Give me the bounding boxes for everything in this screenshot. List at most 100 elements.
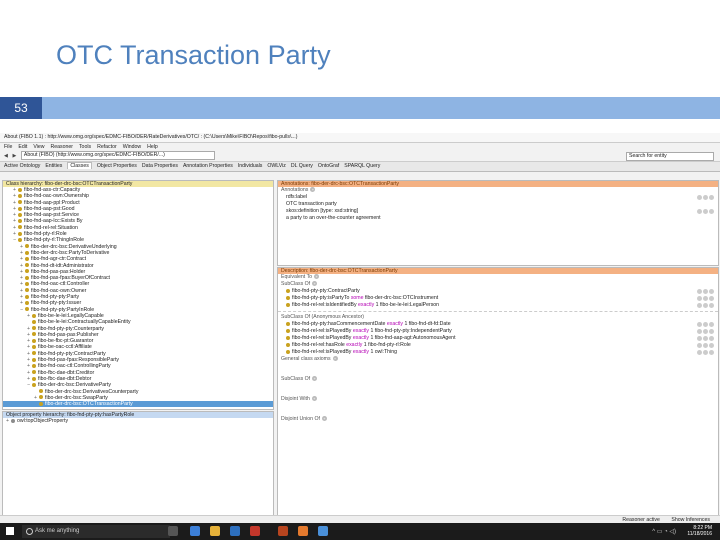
delete-icon[interactable] bbox=[709, 329, 714, 334]
add-icon[interactable]: + bbox=[312, 376, 318, 382]
delete-icon[interactable] bbox=[709, 322, 714, 327]
edit-icon[interactable] bbox=[703, 343, 708, 348]
delete-icon[interactable] bbox=[709, 296, 714, 301]
edit-icon[interactable] bbox=[703, 336, 708, 341]
axiom-row: fibo-fnd-rel-rel:isPlayedBy exactly 1 ow… bbox=[278, 349, 718, 356]
axiom-subject: fibo-fnd-rel-rel:isPlayedBy bbox=[292, 349, 353, 355]
add-icon[interactable]: + bbox=[321, 416, 327, 422]
info-icon[interactable] bbox=[697, 289, 702, 294]
powerpoint-icon[interactable] bbox=[278, 526, 288, 536]
edit-icon[interactable] bbox=[703, 289, 708, 294]
protege-icon[interactable] bbox=[318, 526, 328, 536]
tree-item-label: fibo-der-drc-bsc:DerivativeUnderlying bbox=[31, 243, 117, 250]
menu-item[interactable]: Window bbox=[123, 144, 141, 150]
tab[interactable]: Active Ontology bbox=[4, 163, 40, 169]
class-icon bbox=[25, 275, 29, 280]
info-icon[interactable] bbox=[697, 329, 702, 334]
edit-icon[interactable] bbox=[703, 195, 708, 200]
menu-item[interactable]: File bbox=[4, 144, 12, 150]
class-icon bbox=[18, 231, 22, 236]
tree-item-label: fibo-fnd-oac-own:Ownership bbox=[24, 193, 89, 200]
file-explorer-icon[interactable] bbox=[210, 526, 220, 536]
info-icon[interactable] bbox=[697, 209, 702, 214]
forward-arrow-icon[interactable]: ▶ bbox=[12, 151, 16, 161]
info-icon[interactable] bbox=[697, 296, 702, 301]
windows-start-icon[interactable] bbox=[6, 527, 14, 535]
axiom-keyword: exactly bbox=[386, 321, 405, 327]
edit-icon[interactable] bbox=[703, 303, 708, 308]
edit-icon[interactable] bbox=[703, 322, 708, 327]
java-app-icon[interactable] bbox=[298, 526, 308, 536]
delete-icon[interactable] bbox=[709, 336, 714, 341]
edge-browser-icon[interactable] bbox=[190, 526, 200, 536]
tree-item-label: fibo-fnd-pty-pty:Party bbox=[31, 294, 80, 301]
toolbar: ◀ ▶ About (FIBO) (http://www.omg.org/spe… bbox=[0, 151, 720, 162]
description-section: SubClass Of + bbox=[278, 376, 718, 396]
add-icon[interactable]: + bbox=[332, 356, 338, 362]
task-view-icon[interactable] bbox=[168, 526, 178, 536]
info-icon[interactable] bbox=[697, 343, 702, 348]
ontology-url-box[interactable]: About (FIBO) (http://www.omg.org/spec/ED… bbox=[20, 151, 215, 161]
menu-item[interactable]: Edit bbox=[18, 144, 27, 150]
inherited-list: fibo-fnd-pty-pty:hasCommencementDate exa… bbox=[278, 321, 718, 356]
tree-item-label: fibo-fnd-oac-own:Owner bbox=[31, 287, 87, 294]
class-icon bbox=[32, 382, 36, 387]
class-icon bbox=[18, 206, 22, 211]
tab[interactable]: Data Properties bbox=[142, 163, 178, 169]
tab[interactable]: OntoGraf bbox=[318, 163, 339, 169]
info-icon[interactable] bbox=[697, 195, 702, 200]
axiom-keyword: exactly bbox=[352, 328, 371, 334]
delete-icon[interactable] bbox=[709, 289, 714, 294]
tab[interactable]: Annotation Properties bbox=[183, 163, 233, 169]
tree-item-label: fibo-be-oac-cctl:Affiliate bbox=[38, 344, 92, 351]
back-arrow-icon[interactable]: ◀ bbox=[4, 151, 8, 161]
info-icon[interactable] bbox=[697, 322, 702, 327]
class-icon bbox=[25, 300, 29, 305]
edit-icon[interactable] bbox=[703, 329, 708, 334]
store-icon[interactable] bbox=[230, 526, 240, 536]
add-annotation-icon[interactable]: + bbox=[310, 187, 316, 193]
tree-item[interactable]: fibo-der-drc-bsc:OTCTransactionParty bbox=[3, 401, 273, 408]
tree-item[interactable]: + owl:topObjectProperty bbox=[3, 418, 273, 424]
add-icon[interactable]: + bbox=[311, 396, 317, 402]
tab[interactable]: Individuals bbox=[238, 163, 263, 169]
tab[interactable]: Object Properties bbox=[97, 163, 137, 169]
info-icon[interactable] bbox=[697, 336, 702, 341]
entity-search-input[interactable]: Search for entity bbox=[626, 152, 714, 161]
taskbar-search-input[interactable]: Ask me anything bbox=[22, 525, 170, 538]
menu-item[interactable]: Help bbox=[147, 144, 158, 150]
tab[interactable]: Entities bbox=[45, 163, 62, 169]
tab[interactable]: SPARQL Query bbox=[344, 163, 380, 169]
axiom-subject: fibo-fnd-rel-rel:isPlayedBy bbox=[292, 335, 353, 341]
header-bar: 53 bbox=[0, 97, 720, 119]
tab[interactable]: Classes bbox=[67, 162, 92, 169]
class-icon bbox=[32, 326, 36, 331]
tree-item-label: fibo-fnd-pty-rl:Role bbox=[24, 231, 67, 238]
menu-item[interactable]: Tools bbox=[79, 144, 91, 150]
axiom-subject: fibo-fnd-pty-pty:hasCommencementDate bbox=[292, 321, 387, 327]
menu-item[interactable]: Reasoner bbox=[50, 144, 73, 150]
delete-icon[interactable] bbox=[709, 209, 714, 214]
menu-item[interactable]: View bbox=[33, 144, 44, 150]
delete-icon[interactable] bbox=[709, 195, 714, 200]
delete-icon[interactable] bbox=[709, 350, 714, 355]
object-property-panel: Object property hierarchy: fibo-fnd-pty-… bbox=[2, 411, 274, 516]
edit-icon[interactable] bbox=[703, 350, 708, 355]
delete-icon[interactable] bbox=[709, 303, 714, 308]
delete-icon[interactable] bbox=[709, 343, 714, 348]
tab[interactable]: OWLViz bbox=[267, 163, 286, 169]
add-subclass-icon[interactable]: + bbox=[312, 281, 318, 287]
info-icon[interactable] bbox=[697, 350, 702, 355]
system-tray-icon[interactable]: ^ ▭ ◔ ◁) bbox=[652, 528, 676, 535]
office-icon[interactable] bbox=[250, 526, 260, 536]
add-equivalent-icon[interactable]: + bbox=[314, 274, 320, 280]
edit-icon[interactable] bbox=[703, 296, 708, 301]
menu-item[interactable]: Refactor bbox=[97, 144, 117, 150]
tab[interactable]: DL Query bbox=[291, 163, 313, 169]
edit-icon[interactable] bbox=[703, 209, 708, 214]
tree-item-label: fibo-fnd-aap-pst:Good bbox=[24, 205, 75, 212]
axiom-keyword: exactly bbox=[352, 335, 371, 341]
taskbar-clock: 8:22 PM 11/18/2016 bbox=[687, 525, 712, 537]
annotation-row: OTC transaction party bbox=[278, 201, 718, 208]
info-icon[interactable] bbox=[697, 303, 702, 308]
